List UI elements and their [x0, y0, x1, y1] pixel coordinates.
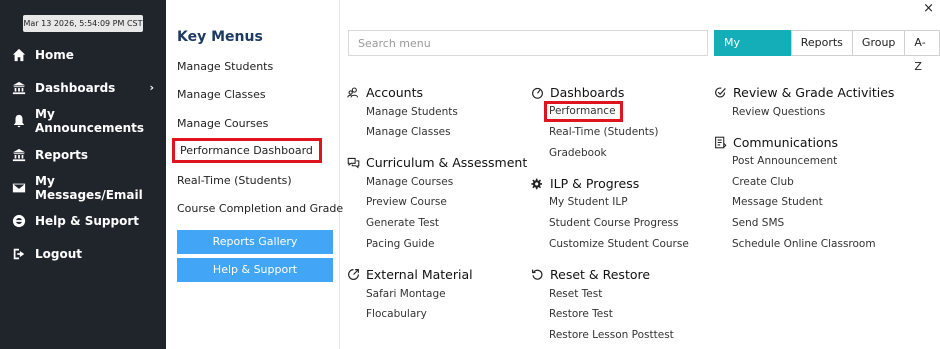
section-title: ILP & Progress: [550, 176, 640, 191]
section-reset-restore: Reset & Restore: [531, 267, 650, 282]
help-support-button[interactable]: Help & Support: [177, 258, 333, 282]
section-title: Curriculum & Assessment: [366, 155, 528, 170]
chevron-right-icon: ›: [149, 81, 154, 94]
sidebar-item-logout[interactable]: Logout: [0, 239, 166, 269]
link-review-questions[interactable]: Review Questions: [732, 106, 825, 118]
lifebuoy-icon: [12, 214, 26, 228]
sidebar-item-label: Dashboards: [35, 81, 116, 95]
link-restore-lesson-posttest[interactable]: Restore Lesson Posttest: [549, 329, 674, 341]
section-title: Dashboards: [550, 85, 625, 100]
link-customize-student-course[interactable]: Customize Student Course: [549, 238, 689, 250]
sidebar-item-label: My Messages/Email: [35, 174, 143, 202]
section-dashboards: Dashboards: [531, 85, 624, 100]
bell-icon: [12, 114, 26, 128]
link-generate-test[interactable]: Generate Test: [366, 217, 439, 229]
link-student-course-progress[interactable]: Student Course Progress: [549, 217, 678, 229]
bank-icon: [12, 148, 26, 162]
key-menu-manage-classes[interactable]: Manage Classes: [177, 88, 266, 101]
section-title: External Material: [366, 267, 473, 282]
sidebar-item-label: Reports: [35, 148, 89, 162]
datetime-display: Mar 13 2026, 5:54:09 PM CST: [23, 15, 143, 32]
link-reset-test[interactable]: Reset Test: [549, 288, 602, 300]
sidebar-item-label: My Announcements: [35, 107, 145, 135]
link-preview-course[interactable]: Preview Course: [366, 196, 447, 208]
search-input[interactable]: [348, 30, 708, 56]
key-menus-panel: Key Menus Manage Students Manage Classes…: [166, 0, 343, 349]
section-accounts: Accounts: [347, 85, 423, 100]
sidebar-item-announcements[interactable]: My Announcements: [0, 106, 166, 136]
document-list-icon: [714, 136, 727, 149]
view-tabs: My Activities Reports Group A-Z: [714, 30, 940, 73]
tab-group[interactable]: Group: [851, 30, 906, 56]
link-gradebook[interactable]: Gradebook: [549, 147, 607, 159]
envelope-icon: [12, 181, 26, 195]
tab-a-z[interactable]: A-Z: [904, 30, 940, 73]
key-menus-title: Key Menus: [177, 29, 263, 45]
external-link-icon: [347, 268, 360, 281]
section-curriculum: Curriculum & Assessment: [347, 155, 527, 170]
link-real-time-students[interactable]: Real-Time (Students): [549, 126, 659, 138]
main-sidebar: Mar 13 2026, 5:54:09 PM CST Home Dashboa…: [0, 0, 166, 349]
review-check-icon: [714, 86, 727, 99]
key-menu-real-time-students[interactable]: Real-Time (Students): [177, 174, 292, 187]
section-title: Reset & Restore: [550, 267, 651, 282]
key-menu-performance-dashboard[interactable]: Performance Dashboard: [172, 138, 322, 163]
sidebar-item-label: Logout: [35, 247, 83, 261]
link-schedule-online-classroom[interactable]: Schedule Online Classroom: [732, 238, 876, 250]
sidebar-item-label: Home: [35, 48, 74, 62]
link-performance[interactable]: Performance: [544, 101, 623, 122]
link-restore-test[interactable]: Restore Test: [549, 308, 613, 320]
sidebar-item-home[interactable]: Home: [0, 40, 166, 70]
sidebar-item-help[interactable]: Help & Support: [0, 206, 166, 236]
link-pacing-guide[interactable]: Pacing Guide: [366, 238, 434, 250]
link-create-club[interactable]: Create Club: [732, 176, 794, 188]
link-safari-montage[interactable]: Safari Montage: [366, 288, 446, 300]
reports-gallery-button[interactable]: Reports Gallery: [177, 230, 333, 254]
link-manage-courses[interactable]: Manage Courses: [366, 176, 453, 188]
close-icon[interactable]: ×: [923, 1, 934, 16]
section-communications: Communications: [714, 135, 838, 150]
home-icon: [12, 48, 26, 62]
key-menu-course-completion[interactable]: Course Completion and Grade: [177, 202, 343, 215]
link-manage-students[interactable]: Manage Students: [366, 106, 458, 118]
sidebar-item-dashboards[interactable]: Dashboards ›: [0, 73, 166, 103]
gauge-icon: [531, 86, 544, 99]
link-post-announcement[interactable]: Post Announcement: [732, 155, 837, 167]
sign-out-icon: [12, 247, 26, 261]
link-message-student[interactable]: Message Student: [732, 196, 823, 208]
bank-icon: [12, 81, 26, 95]
section-title: Accounts: [366, 85, 423, 100]
users-icon: [347, 86, 360, 99]
sidebar-item-reports[interactable]: Reports: [0, 140, 166, 170]
key-menu-manage-students[interactable]: Manage Students: [177, 60, 273, 73]
tab-reports[interactable]: Reports: [790, 30, 853, 56]
section-title: Review & Grade Activities: [733, 85, 895, 100]
key-menu-manage-courses[interactable]: Manage Courses: [177, 117, 268, 130]
section-review-grade: Review & Grade Activities: [714, 85, 894, 100]
section-ilp-progress: ILP & Progress: [531, 176, 639, 191]
link-manage-classes[interactable]: Manage Classes: [366, 126, 451, 138]
link-send-sms[interactable]: Send SMS: [732, 217, 784, 229]
section-title: Communications: [733, 135, 839, 150]
reset-icon: [531, 268, 544, 281]
sidebar-item-messages[interactable]: My Messages/Email: [0, 173, 166, 203]
tab-my-activities[interactable]: My Activities: [714, 30, 792, 73]
link-flocabulary[interactable]: Flocabulary: [366, 308, 427, 320]
chat-bubbles-icon: [347, 156, 360, 169]
gears-icon: [531, 177, 544, 190]
link-my-student-ilp[interactable]: My Student ILP: [549, 196, 628, 208]
sidebar-item-label: Help & Support: [35, 214, 139, 228]
section-external-material: External Material: [347, 267, 473, 282]
